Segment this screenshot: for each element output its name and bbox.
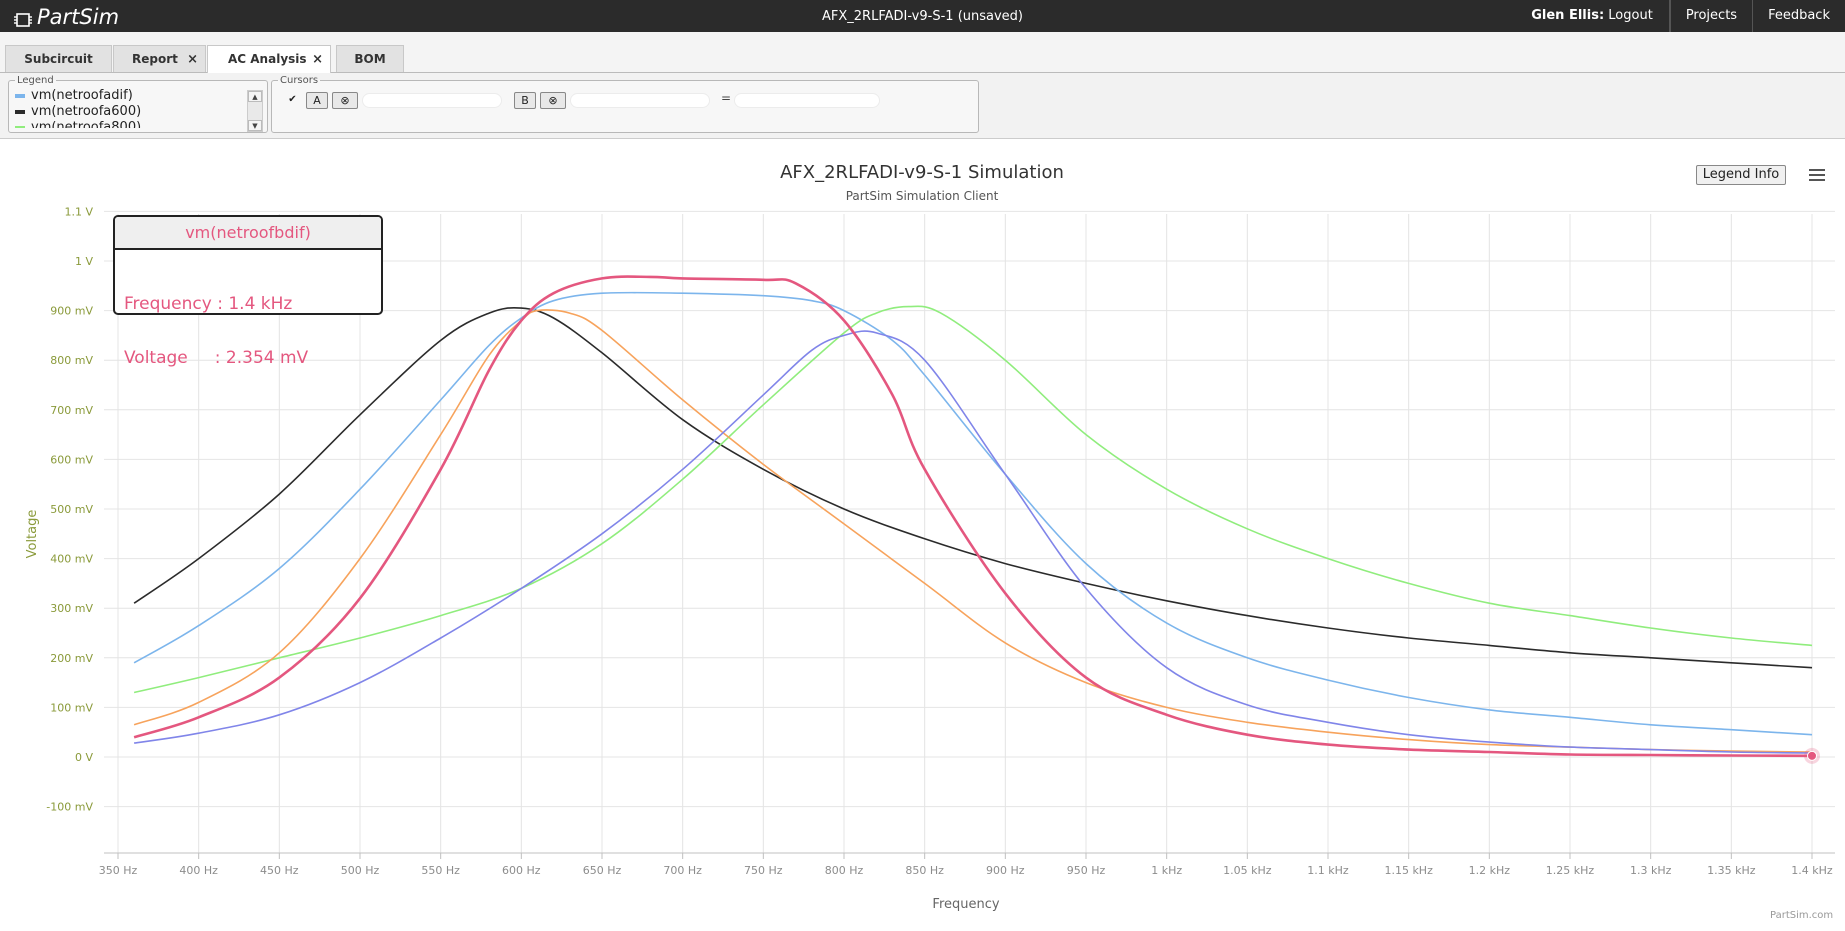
x-tick-label: 1.2 kHz <box>1469 864 1511 877</box>
y-tick-label: 500 mV <box>50 503 93 516</box>
x-tick-label: 700 Hz <box>663 864 702 877</box>
x-tick-label: 1.05 kHz <box>1223 864 1272 877</box>
x-tick-label: 500 Hz <box>341 864 380 877</box>
y-tick-label: 600 mV <box>50 453 93 466</box>
hovered-data-point[interactable] <box>1807 750 1817 761</box>
x-tick-label: 1.1 kHz <box>1307 864 1349 877</box>
x-axis-title: Frequency <box>932 897 999 912</box>
x-tick-label: 750 Hz <box>744 864 783 877</box>
y-tick-label: 1 V <box>75 255 93 268</box>
x-tick-label: 1.3 kHz <box>1630 864 1672 877</box>
chart-menu-icon[interactable] <box>1807 166 1827 184</box>
y-tick-label: 200 mV <box>50 652 93 665</box>
y-tick-label: 0 V <box>75 751 93 764</box>
y-tick-label: 700 mV <box>50 404 93 417</box>
x-tick-label: 1.4 kHz <box>1791 864 1833 877</box>
chart-subtitle: PartSim Simulation Client <box>846 189 999 203</box>
y-tick-label: 300 mV <box>50 602 93 615</box>
y-tick-label: 400 mV <box>50 553 93 566</box>
tooltip-frequency: Frequency : 1.4 kHz <box>124 294 293 314</box>
y-tick-label: 800 mV <box>50 354 93 367</box>
ac-analysis-chart[interactable]: 350 Hz 400 Hz 450 Hz 500 Hz 550 Hz 600 Hz 650 … <box>0 0 1845 931</box>
x-tick-label: 450 Hz <box>260 864 299 877</box>
y-tick-label: 100 mV <box>50 701 93 714</box>
chart-tooltip: vm(netroofbdif) Frequency : 1.4 kHz Volt… <box>113 215 383 367</box>
y-tick-label: 1.1 V <box>64 205 93 218</box>
x-tick-label: 1 kHz <box>1151 864 1182 877</box>
x-tick-label: 900 Hz <box>986 864 1025 877</box>
x-tick-label: 1.15 kHz <box>1384 864 1433 877</box>
x-tick-label: 800 Hz <box>825 864 864 877</box>
x-tick-label: 550 Hz <box>421 864 460 877</box>
y-tick-label: -100 mV <box>46 801 93 814</box>
x-tick-label: 950 Hz <box>1067 864 1106 877</box>
chart-credit[interactable]: PartSim.com <box>1770 910 1833 921</box>
y-axis-title: Voltage <box>25 510 40 559</box>
tooltip-series-name: vm(netroofbdif) <box>115 217 381 250</box>
y-tick-label: 900 mV <box>50 305 93 318</box>
x-tick-label: 400 Hz <box>179 864 218 877</box>
x-tick-label: 650 Hz <box>583 864 622 877</box>
x-tick-label: 350 Hz <box>99 864 138 877</box>
chart-title: AFX_2RLFADI-v9-S-1 Simulation <box>780 162 1064 183</box>
x-tick-label: 600 Hz <box>502 864 541 877</box>
legend-info-button[interactable]: Legend Info <box>1696 165 1786 185</box>
x-tick-label: 1.35 kHz <box>1707 864 1756 877</box>
x-tick-label: 850 Hz <box>905 864 944 877</box>
tooltip-voltage: Voltage : 2.354 mV <box>124 348 309 368</box>
x-tick-label: 1.25 kHz <box>1546 864 1595 877</box>
